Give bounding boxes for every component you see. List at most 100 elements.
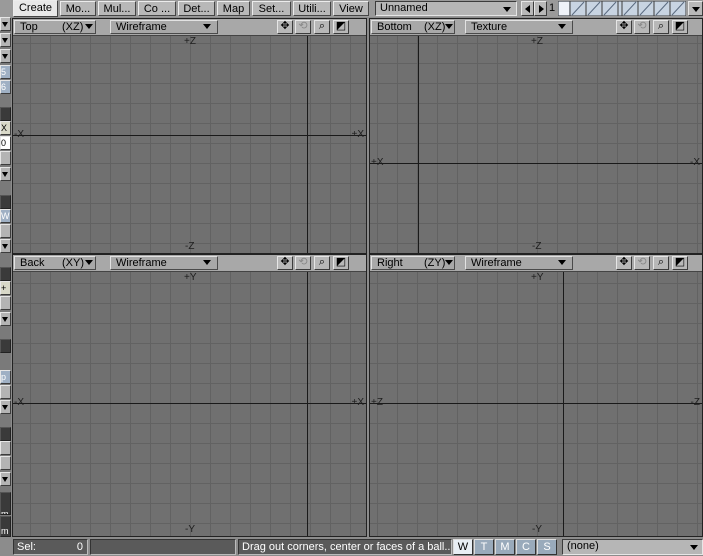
- rotate-view-icon[interactable]: ⟲: [634, 256, 650, 270]
- layer-number: 1: [549, 2, 556, 14]
- tab-modify[interactable]: Mo...: [60, 1, 96, 16]
- render-mode-label: Wireframe: [471, 257, 522, 269]
- render-mode-dropdown[interactable]: Wireframe: [465, 256, 573, 270]
- zoom-view-icon[interactable]: ⌕: [314, 20, 330, 34]
- render-mode-label: Wireframe: [116, 21, 167, 33]
- move-view-icon[interactable]: ✥: [277, 256, 293, 270]
- tool-dropdown-3[interactable]: [0, 49, 11, 63]
- axis-label-top: +Y: [184, 272, 197, 283]
- tool-dropdown-1[interactable]: [0, 17, 11, 31]
- chevron-down-icon: [203, 260, 211, 265]
- maximize-view-icon[interactable]: ◩: [333, 20, 349, 34]
- axis-label-left: +Z: [371, 397, 383, 408]
- viewport-bottom[interactable]: Bottom (XZ) Texture ✥ ⟲ ⌕ ◩ +Z -Z +X -X: [369, 18, 703, 254]
- viewport-canvas[interactable]: +Y -Y -X +X: [13, 272, 366, 536]
- viewport-canvas[interactable]: +Z -Z -X +X: [13, 36, 366, 253]
- tool-dropdown-7[interactable]: [0, 400, 11, 414]
- axis-label-bottom: -Y: [185, 524, 195, 535]
- tool-blank-3[interactable]: [0, 296, 11, 310]
- tool-blank-4[interactable]: [0, 385, 11, 399]
- tool-m-button-2[interactable]: m: [0, 516, 11, 537]
- view-name: Bottom: [377, 21, 412, 33]
- chevron-down-icon: [85, 260, 93, 265]
- rotate-view-icon[interactable]: ⟲: [634, 20, 650, 34]
- layer-prev-button[interactable]: [521, 1, 534, 16]
- layer-bank: [557, 0, 687, 17]
- tool-value-5[interactable]: 5: [0, 65, 11, 79]
- view-type-dropdown[interactable]: Back (XY): [14, 256, 96, 270]
- tool-value-6[interactable]: 6: [0, 80, 11, 94]
- mode-button-w[interactable]: W: [453, 539, 473, 555]
- viewport-header: Right (ZY) Wireframe ✥ ⟲ ⌕ ◩: [370, 255, 702, 272]
- rotate-view-icon[interactable]: ⟲: [295, 20, 311, 34]
- zoom-view-icon[interactable]: ⌕: [653, 256, 669, 270]
- tool-p-button[interactable]: p: [0, 370, 11, 384]
- mode-button-c[interactable]: C: [516, 539, 536, 555]
- axis-label-bottom: -Z: [532, 241, 542, 252]
- tool-dropdown-4[interactable]: [0, 167, 11, 181]
- surface-dropdown[interactable]: (none): [562, 539, 703, 555]
- mode-button-s[interactable]: S: [537, 539, 557, 555]
- viewport-canvas[interactable]: +Z -Z +X -X: [370, 36, 702, 253]
- mode-button-t[interactable]: T: [474, 539, 494, 555]
- tool-x-button[interactable]: X: [0, 121, 11, 135]
- tool-dropdown-8[interactable]: [0, 472, 11, 486]
- tool-blank-1[interactable]: [0, 151, 11, 165]
- arrow-right-icon: [539, 5, 544, 13]
- zoom-view-icon[interactable]: ⌕: [653, 20, 669, 34]
- object-dropdown-label: Unnamed: [380, 2, 428, 14]
- tab-create[interactable]: Create: [13, 0, 58, 17]
- tab-view[interactable]: View: [333, 1, 369, 16]
- move-view-icon[interactable]: ✥: [277, 20, 293, 34]
- render-mode-dropdown[interactable]: Texture: [465, 20, 573, 34]
- viewport-grid: [370, 36, 702, 253]
- chevron-down-icon: [203, 24, 211, 29]
- render-mode-dropdown[interactable]: Wireframe: [110, 20, 218, 34]
- viewport-top[interactable]: Top (XZ) Wireframe ✥ ⟲ ⌕ ◩ +Z -Z -X +X: [12, 18, 367, 254]
- viewport-grid: [370, 272, 702, 536]
- object-dropdown[interactable]: Unnamed: [375, 1, 517, 16]
- axis-label-left: -X: [14, 397, 24, 408]
- viewport-right[interactable]: Right (ZY) Wireframe ✥ ⟲ ⌕ ◩ +Y -Y +Z -Z: [369, 254, 703, 537]
- move-view-icon[interactable]: ✥: [616, 256, 632, 270]
- tool-blank-6[interactable]: [0, 456, 11, 470]
- mode-button-m[interactable]: M: [495, 539, 515, 555]
- move-view-icon[interactable]: ✥: [616, 20, 632, 34]
- view-type-dropdown[interactable]: Top (XZ): [14, 20, 96, 34]
- layer-next-button[interactable]: [534, 1, 547, 16]
- tool-0-field[interactable]: 0: [0, 136, 11, 150]
- zoom-view-icon[interactable]: ⌕: [314, 256, 330, 270]
- view-type-dropdown[interactable]: Right (ZY): [371, 256, 455, 270]
- viewport-header: Bottom (XZ) Texture ✥ ⟲ ⌕ ◩: [370, 19, 702, 36]
- tool-dropdown-2[interactable]: [0, 33, 11, 47]
- tab-detail[interactable]: Det...: [178, 1, 215, 16]
- tab-construct[interactable]: Co ...: [138, 1, 176, 16]
- view-type-dropdown[interactable]: Bottom (XZ): [371, 20, 455, 34]
- maximize-view-icon[interactable]: ◩: [672, 20, 688, 34]
- chevron-down-icon: [445, 24, 453, 29]
- arrow-left-icon: [525, 5, 530, 13]
- tab-utilities[interactable]: Utili...: [293, 1, 331, 16]
- tool-dropdown-6[interactable]: [0, 312, 11, 326]
- view-name: Back: [20, 257, 45, 269]
- tool-dropdown-5[interactable]: [0, 239, 11, 253]
- tab-map[interactable]: Map: [217, 1, 250, 16]
- maximize-view-icon[interactable]: ◩: [672, 256, 688, 270]
- render-mode-dropdown[interactable]: Wireframe: [110, 256, 218, 270]
- tool-plus-button[interactable]: +: [0, 281, 11, 295]
- layer-menu-button[interactable]: [688, 1, 703, 16]
- maximize-view-icon[interactable]: ◩: [333, 256, 349, 270]
- tool-blank-5[interactable]: [0, 441, 11, 455]
- viewport-canvas[interactable]: +Y -Y +Z -Z: [370, 272, 702, 536]
- tool-m-button-1[interactable]: m: [0, 492, 11, 515]
- tool-blank-2[interactable]: [0, 224, 11, 238]
- layer-buttons[interactable]: [557, 0, 687, 17]
- status-bar: Sel: 0 Drag out corners, center or faces…: [0, 537, 703, 556]
- tab-setup[interactable]: Set...: [252, 1, 291, 16]
- tab-multiply[interactable]: Mul...: [98, 1, 136, 16]
- viewport-back[interactable]: Back (XY) Wireframe ✥ ⟲ ⌕ ◩ +Y -Y -X +X: [12, 254, 367, 537]
- rotate-view-icon[interactable]: ⟲: [295, 256, 311, 270]
- tool-w-button[interactable]: W: [0, 209, 11, 223]
- axis-label-top: +Z: [184, 36, 196, 47]
- tool-separator-5: [0, 427, 11, 441]
